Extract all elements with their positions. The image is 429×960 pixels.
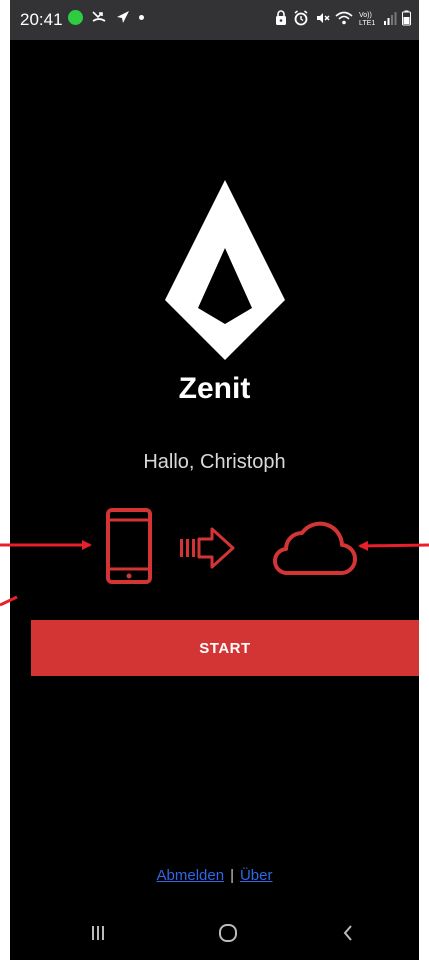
volte-icon: Vo)) LTE1 bbox=[359, 12, 375, 26]
greeting-text: Hallo, Christoph bbox=[143, 451, 286, 473]
back-button[interactable] bbox=[328, 918, 368, 948]
lock-icon bbox=[276, 10, 286, 25]
recent-apps-button[interactable] bbox=[78, 918, 118, 948]
mute-icon bbox=[317, 13, 330, 23]
zenit-logo-icon bbox=[165, 180, 285, 360]
signal-icon bbox=[384, 12, 397, 25]
screenshot-canvas: 20:41 Vo)) LTE1 Zenit Hallo, Christoph S… bbox=[0, 0, 429, 960]
start-button[interactable]: START bbox=[31, 620, 419, 676]
missed-call-icon bbox=[92, 11, 106, 22]
alarm-icon bbox=[294, 10, 308, 26]
battery-icon bbox=[402, 10, 411, 26]
footer-separator: | bbox=[230, 867, 234, 884]
notification-dot-icon bbox=[139, 14, 144, 20]
brand-name: Zenit bbox=[178, 372, 251, 405]
sync-illustration bbox=[106, 508, 358, 584]
cloud-icon bbox=[273, 521, 358, 576]
status-bar: 20:41 Vo)) LTE1 bbox=[10, 0, 419, 40]
smartphone-icon bbox=[106, 508, 152, 584]
svg-text:Vo)): Vo)) bbox=[359, 12, 372, 19]
navigation-bar bbox=[10, 906, 419, 960]
about-link[interactable]: Über bbox=[240, 867, 273, 884]
home-button[interactable] bbox=[208, 918, 248, 948]
back-icon bbox=[343, 925, 352, 941]
status-right-icons: Vo)) LTE1 bbox=[274, 10, 411, 26]
transfer-arrow-icon bbox=[180, 527, 235, 569]
status-left-icons bbox=[68, 9, 144, 25]
phone-screen: 20:41 Vo)) LTE1 Zenit Hallo, Christoph S… bbox=[10, 0, 419, 960]
svg-text:LTE1: LTE1 bbox=[359, 20, 375, 26]
call-active-icon bbox=[68, 9, 83, 25]
navigation-arrow-icon bbox=[117, 11, 129, 23]
status-time: 20:41 bbox=[20, 10, 63, 29]
home-icon bbox=[219, 924, 237, 942]
wifi-icon bbox=[335, 11, 353, 25]
footer-links: Abmelden | Über bbox=[10, 867, 419, 884]
logout-link[interactable]: Abmelden bbox=[157, 867, 225, 884]
recent-apps-icon bbox=[92, 926, 104, 940]
